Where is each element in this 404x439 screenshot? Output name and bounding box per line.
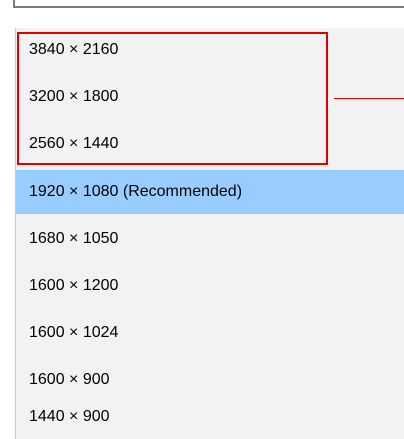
resolution-option-1600x1200[interactable]: 1600 × 1200: [16, 264, 404, 308]
display-resolution-panel: 3840 × 2160 3200 × 1800 2560 × 1440 1920…: [0, 0, 404, 439]
resolution-option-1600x1024[interactable]: 1600 × 1024: [16, 311, 404, 355]
resolution-select-field[interactable]: [13, 0, 404, 8]
resolution-option-1920x1080-selected[interactable]: 1920 × 1080 (Recommended): [16, 170, 404, 214]
resolution-option-3840x2160[interactable]: 3840 × 2160: [16, 28, 404, 72]
annotation-callout-line: [334, 98, 404, 99]
resolution-option-3200x1800[interactable]: 3200 × 1800: [16, 75, 404, 119]
resolution-option-1680x1050[interactable]: 1680 × 1050: [16, 217, 404, 261]
resolution-dropdown-list[interactable]: 3840 × 2160 3200 × 1800 2560 × 1440 1920…: [15, 28, 404, 439]
resolution-option-2560x1440[interactable]: 2560 × 1440: [16, 122, 404, 166]
resolution-option-1440x900[interactable]: 1440 × 900: [16, 395, 404, 439]
